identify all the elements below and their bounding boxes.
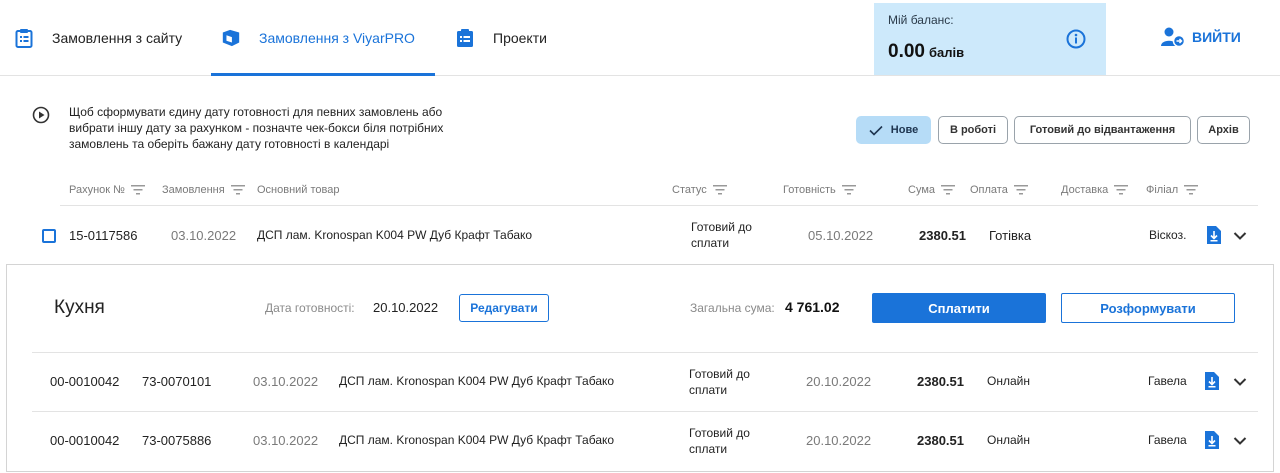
product-name: ДСП лам. Kronospan K004 PW Дуб Крафт Таб… bbox=[339, 433, 615, 447]
column-product-label: Основний товар bbox=[257, 184, 340, 196]
unform-button[interactable]: Розформувати bbox=[1061, 293, 1235, 323]
row-divider bbox=[32, 411, 1258, 412]
filter-icon bbox=[712, 185, 727, 195]
column-branch[interactable]: Філіал bbox=[1146, 184, 1199, 196]
filter-archive-button[interactable]: Архів bbox=[1197, 116, 1250, 144]
column-status[interactable]: Статус bbox=[672, 184, 727, 196]
filter-icon bbox=[941, 185, 956, 195]
branch-name: Гавела bbox=[1148, 433, 1187, 447]
branch-name: Віскоз. bbox=[1149, 228, 1187, 242]
column-delivery-label: Доставка bbox=[1061, 184, 1109, 196]
payment-method: Онлайн bbox=[987, 433, 1030, 447]
pay-button[interactable]: Сплатити bbox=[872, 293, 1046, 323]
total-sum-value: 4 761.02 bbox=[785, 299, 840, 315]
top-navigation: Замовлення з сайту Замовлення з ViyarPRO… bbox=[0, 0, 1280, 76]
column-sum[interactable]: Сума bbox=[908, 184, 956, 196]
column-payment[interactable]: Оплата bbox=[970, 184, 1028, 196]
invoice-number: 15-0117586 bbox=[69, 228, 138, 243]
column-sum-label: Сума bbox=[908, 184, 936, 196]
readiness-date: 05.10.2022 bbox=[808, 228, 874, 243]
payment-method: Онлайн bbox=[987, 374, 1030, 388]
payment-method: Готівка bbox=[989, 228, 1032, 243]
check-icon bbox=[869, 125, 883, 136]
column-product: Основний товар bbox=[257, 184, 340, 196]
balance-amount: 0.00 bbox=[888, 41, 925, 62]
column-readiness[interactable]: Готовність bbox=[783, 184, 856, 196]
status-text: Готовий до сплати bbox=[691, 220, 752, 250]
tab-viyarpro-orders-label: Замовлення з ViyarPRO bbox=[259, 30, 415, 46]
column-payment-label: Оплата bbox=[970, 184, 1008, 196]
status-text: Готовий до сплати bbox=[689, 426, 750, 456]
filter-icon bbox=[130, 185, 145, 195]
tab-projects[interactable]: Проекти bbox=[455, 0, 547, 76]
balance-label: Мій баланс: bbox=[888, 13, 954, 27]
total-sum-label: Загальна сума: bbox=[690, 301, 775, 315]
balance-unit: балів bbox=[928, 45, 965, 60]
order-number: 73-0070101 bbox=[142, 374, 212, 389]
download-icon[interactable] bbox=[1204, 372, 1220, 390]
order-date: 03.10.2022 bbox=[171, 228, 237, 243]
download-icon[interactable] bbox=[1206, 226, 1222, 244]
info-icon[interactable] bbox=[1066, 29, 1086, 49]
filter-icon bbox=[230, 185, 245, 195]
header-divider bbox=[60, 205, 1258, 206]
order-date: 03.10.2022 bbox=[253, 374, 319, 389]
column-readiness-label: Готовність bbox=[783, 184, 836, 196]
column-invoice[interactable]: Рахунок № bbox=[69, 184, 145, 196]
column-branch-label: Філіал bbox=[1146, 184, 1179, 196]
branch-name: Гавела bbox=[1148, 374, 1187, 388]
tab-site-orders-label: Замовлення з сайту bbox=[52, 30, 183, 46]
order-number: 73-0075886 bbox=[142, 433, 212, 448]
filter-icon bbox=[1013, 185, 1028, 195]
tab-viyarpro-orders[interactable]: Замовлення з ViyarPRO bbox=[211, 0, 435, 76]
column-order[interactable]: Замовлення bbox=[162, 184, 245, 196]
cube-icon bbox=[221, 28, 241, 48]
logout-label: ВИЙТИ bbox=[1192, 29, 1241, 45]
column-order-label: Замовлення bbox=[162, 184, 225, 196]
invoice-number: 00-0010042 bbox=[50, 433, 120, 448]
sum-value: 2380.51 bbox=[917, 433, 964, 448]
status-text: Готовий до сплати bbox=[689, 367, 750, 397]
filter-ready-button[interactable]: Готовий до відвантаження bbox=[1014, 116, 1191, 144]
user-logout-icon bbox=[1161, 27, 1186, 48]
group-name: Кухня bbox=[54, 297, 105, 318]
product-name: ДСП лам. Kronospan K004 PW Дуб Крафт Таб… bbox=[339, 374, 615, 388]
download-icon[interactable] bbox=[1204, 431, 1220, 449]
chevron-down-icon[interactable] bbox=[1233, 436, 1247, 446]
column-delivery[interactable]: Доставка bbox=[1061, 184, 1129, 196]
list-icon bbox=[455, 28, 475, 48]
product-name: ДСП лам. Kronospan K004 PW Дуб Крафт Таб… bbox=[257, 228, 533, 242]
filter-icon bbox=[1114, 185, 1129, 195]
filter-in-work-button[interactable]: В роботі bbox=[938, 116, 1008, 144]
balance-panel: Мій баланс: 0.00 балів bbox=[874, 3, 1106, 75]
invoice-number: 00-0010042 bbox=[50, 374, 120, 389]
readiness-date: 20.10.2022 bbox=[806, 433, 872, 448]
readiness-date: 20.10.2022 bbox=[806, 374, 872, 389]
chevron-down-icon[interactable] bbox=[1233, 231, 1247, 241]
row-divider bbox=[32, 352, 1258, 353]
readiness-date-value: 20.10.2022 bbox=[373, 300, 439, 315]
filter-new-label: Нове bbox=[890, 124, 919, 136]
instruction-text: Щоб сформувати єдину дату готовності для… bbox=[69, 105, 444, 151]
sum-value: 2380.51 bbox=[917, 374, 964, 389]
filter-icon bbox=[841, 185, 856, 195]
edit-button[interactable]: Редагувати bbox=[459, 294, 549, 322]
chevron-down-icon[interactable] bbox=[1233, 377, 1247, 387]
tab-projects-label: Проекти bbox=[493, 30, 547, 46]
play-circle-icon[interactable] bbox=[32, 106, 50, 124]
readiness-date-label: Дата готовності: bbox=[265, 301, 355, 315]
sum-value: 2380.51 bbox=[919, 228, 966, 243]
row-checkbox[interactable] bbox=[42, 229, 56, 243]
order-date: 03.10.2022 bbox=[253, 433, 319, 448]
column-status-label: Статус bbox=[672, 184, 707, 196]
clipboard-icon bbox=[14, 28, 34, 48]
filter-icon bbox=[1184, 185, 1199, 195]
filter-new-button[interactable]: Нове bbox=[856, 116, 931, 144]
balance-value: 0.00 балів bbox=[888, 41, 964, 63]
logout-button[interactable]: ВИЙТИ bbox=[1160, 26, 1241, 48]
tab-site-orders[interactable]: Замовлення з сайту bbox=[14, 0, 182, 76]
column-invoice-label: Рахунок № bbox=[69, 184, 125, 196]
